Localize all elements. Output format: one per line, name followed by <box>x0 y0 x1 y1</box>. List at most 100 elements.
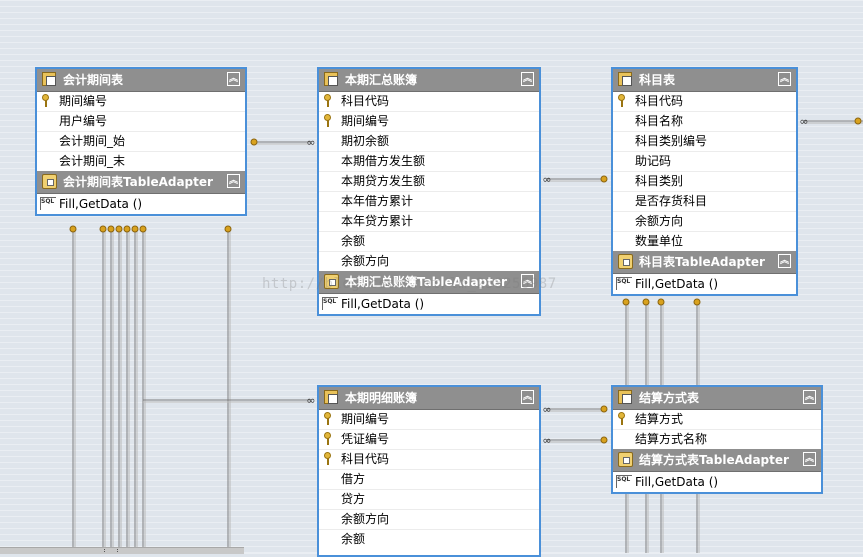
primary-key-icon <box>324 94 332 107</box>
field-row[interactable]: 会计期间_末 <box>37 152 245 171</box>
field-row[interactable]: 结算方式 <box>613 410 821 430</box>
collapse-chevron-icon[interactable]: ︽ <box>778 72 791 86</box>
query-row[interactable]: SQL Fill,GetData () <box>613 274 796 294</box>
field-row[interactable]: 余额 <box>319 530 539 549</box>
field-list: 科目代码 科目名称 科目类别编号 助记码科目类别是否存货科目余额方向数量单位 <box>613 92 796 251</box>
field-row[interactable]: 本期贷方发生额 <box>319 172 539 192</box>
field-row[interactable]: 期间编号 <box>37 92 245 112</box>
query-label: Fill,GetData () <box>635 475 719 489</box>
field-row[interactable]: 借方 <box>319 470 539 490</box>
field-row[interactable]: 本期借方发生额 <box>319 152 539 172</box>
field-row[interactable]: 期初余额 <box>319 132 539 152</box>
collapse-chevron-icon[interactable]: ︽ <box>227 174 240 188</box>
field-name: 期间编号 <box>59 94 108 108</box>
table-adapter-icon <box>618 254 633 269</box>
table-detail[interactable]: 本期明细账簿 ︽ 期间编号凭证编号科目代码 借方 贷方余额方向余额 <box>317 385 541 557</box>
field-row[interactable]: 凭证编号 <box>319 430 539 450</box>
relation-key-end-icon <box>600 405 608 413</box>
field-row[interactable]: 数量单位 <box>613 232 796 251</box>
field-name: 本年借方累计 <box>341 194 414 208</box>
field-list: 期间编号凭证编号科目代码 借方 贷方余额方向余额 <box>319 410 539 549</box>
field-row[interactable]: 期间编号 <box>319 112 539 132</box>
relation-key-end-icon <box>657 298 665 306</box>
relation-many-end-icon: ∞ <box>306 136 315 149</box>
table-title: 本期汇总账簿 <box>345 73 418 87</box>
field-row[interactable]: 科目名称 <box>613 112 796 132</box>
collapse-chevron-icon[interactable]: ︽ <box>521 72 534 86</box>
query-label: Fill,GetData () <box>341 297 425 311</box>
relation-many-end-icon: ∞ <box>542 434 551 447</box>
table-title: 结算方式表 <box>639 391 700 405</box>
field-row[interactable]: 余额方向 <box>613 212 796 232</box>
table-icon <box>324 72 338 86</box>
field-row[interactable]: 是否存货科目 <box>613 192 796 212</box>
relation-key-end-icon <box>622 298 630 306</box>
query-row[interactable]: SQL Fill,GetData () <box>37 194 245 214</box>
field-name: 会计期间_始 <box>59 134 126 148</box>
relation-key-end-icon <box>123 225 131 233</box>
relation-key-end-icon <box>224 225 232 233</box>
field-row[interactable]: 余额方向 <box>319 252 539 271</box>
table-period[interactable]: 会计期间表 ︽ 期间编号用户编号会计期间_始会计期间_末 会计期间表TableA… <box>35 67 247 216</box>
field-row[interactable]: 贷方 <box>319 490 539 510</box>
collapse-chevron-icon[interactable]: ︽ <box>227 72 240 86</box>
table-header[interactable]: 科目表 ︽ <box>613 69 796 92</box>
primary-key-icon <box>618 412 626 425</box>
adapter-header[interactable]: 科目表TableAdapter ︽ <box>613 251 796 274</box>
table-subject[interactable]: 科目表 ︽ 科目代码 科目名称 科目类别编号 助记码科目类别是否存货科目余额方向数量单… <box>611 67 798 296</box>
field-row[interactable]: 助记码 <box>613 152 796 172</box>
sql-query-icon: SQL <box>616 475 632 488</box>
field-row[interactable]: 本年贷方累计 <box>319 212 539 232</box>
field-name: 数量单位 <box>635 234 684 248</box>
field-row[interactable]: 结算方式名称 <box>613 430 821 449</box>
field-name: 本期贷方发生额 <box>341 174 426 188</box>
field-row[interactable]: 科目代码 <box>319 92 539 112</box>
table-header[interactable]: 本期汇总账簿 ︽ <box>319 69 539 92</box>
field-row[interactable]: 余额方向 <box>319 510 539 530</box>
table-adapter-icon <box>618 452 633 467</box>
relation-many-end-icon: ∞ <box>542 173 551 186</box>
field-name: 余额方向 <box>341 512 390 526</box>
field-name: 余额方向 <box>635 214 684 228</box>
field-row[interactable]: 余额 <box>319 232 539 252</box>
query-row[interactable]: SQL Fill,GetData () <box>319 294 539 314</box>
field-row[interactable]: 期间编号 <box>319 410 539 430</box>
primary-key-icon <box>42 94 50 107</box>
relation-many-end-icon: ∞ <box>799 115 808 128</box>
field-name: 结算方式名称 <box>635 432 708 446</box>
collapse-chevron-icon[interactable]: ︽ <box>778 254 791 268</box>
scrollbar-grip[interactable] <box>104 549 118 552</box>
query-row[interactable]: SQL Fill,GetData () <box>613 472 821 492</box>
relation-key-end-icon <box>69 225 77 233</box>
field-list: 结算方式结算方式名称 <box>613 410 821 449</box>
field-name: 凭证编号 <box>341 432 390 446</box>
field-name: 科目类别 <box>635 174 684 188</box>
dataset-designer-canvas: ∞ ∞ ∞ ∞ ∞ ∞ 会计期间表 ︽ 期间编号 用户编号 会计期间_始 会计期间_末 会计期间… <box>0 0 863 557</box>
table-adapter-icon <box>42 174 57 189</box>
field-name: 用户编号 <box>59 114 108 128</box>
table-header[interactable]: 结算方式表 ︽ <box>613 387 821 410</box>
adapter-header[interactable]: 结算方式表TableAdapter ︽ <box>613 449 821 472</box>
table-settlement[interactable]: 结算方式表 ︽ 结算方式结算方式名称 结算方式表TableAdapter ︽ S… <box>611 385 823 494</box>
table-icon <box>42 72 56 86</box>
field-row[interactable]: 科目类别 <box>613 172 796 192</box>
adapter-header[interactable]: 会计期间表TableAdapter ︽ <box>37 171 245 194</box>
table-header[interactable]: 会计期间表 ︽ <box>37 69 245 92</box>
field-row[interactable]: 科目代码 <box>319 450 539 470</box>
adapter-title: 科目表TableAdapter <box>639 255 765 269</box>
field-row[interactable]: 用户编号 <box>37 112 245 132</box>
field-row[interactable]: 本年借方累计 <box>319 192 539 212</box>
collapse-chevron-icon[interactable]: ︽ <box>521 390 534 404</box>
collapse-chevron-icon[interactable]: ︽ <box>803 452 816 466</box>
collapse-chevron-icon[interactable]: ︽ <box>803 390 816 404</box>
table-header[interactable]: 本期明细账簿 ︽ <box>319 387 539 410</box>
field-name: 本期借方发生额 <box>341 154 426 168</box>
field-row[interactable]: 会计期间_始 <box>37 132 245 152</box>
relation-key-end-icon <box>131 225 139 233</box>
relation-key-end-icon <box>115 225 123 233</box>
field-row[interactable]: 科目代码 <box>613 92 796 112</box>
relation-key-end-icon <box>99 225 107 233</box>
field-name: 期间编号 <box>341 412 390 426</box>
field-name: 期初余额 <box>341 134 390 148</box>
field-row[interactable]: 科目类别编号 <box>613 132 796 152</box>
